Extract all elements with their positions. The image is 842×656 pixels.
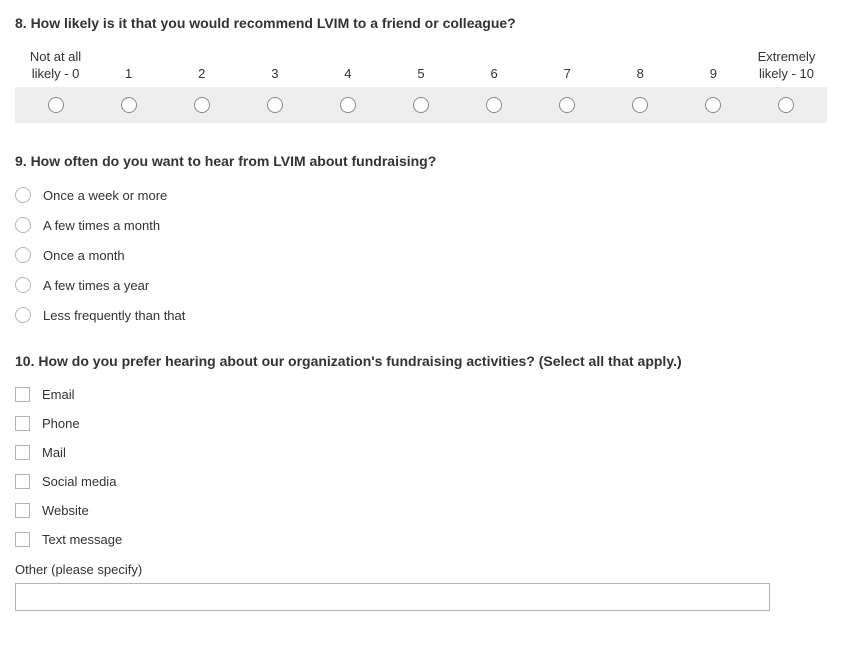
frequency-option-label: A few times a year	[43, 278, 149, 293]
frequency-radio-list: Once a week or more A few times a month …	[15, 187, 827, 323]
scale-label-7: 7	[531, 49, 604, 83]
channel-option-label: Email	[42, 387, 75, 402]
checkbox-icon	[15, 474, 30, 489]
channel-option-mail[interactable]: Mail	[15, 445, 827, 460]
frequency-option-weekly[interactable]: Once a week or more	[15, 187, 827, 203]
question-9: 9. How often do you want to hear from LV…	[15, 153, 827, 323]
nps-radio-4[interactable]	[340, 97, 356, 113]
question-8-title: 8. How likely is it that you would recom…	[15, 15, 827, 31]
scale-label-10: Extremely likely - 10	[750, 49, 823, 83]
question-8: 8. How likely is it that you would recom…	[15, 15, 827, 123]
nps-scale-labels: Not at all likely - 0 1 2 3 4 5 6 7 8 9 …	[15, 49, 827, 83]
nps-scale-radios	[15, 87, 827, 123]
frequency-option-few-year[interactable]: A few times a year	[15, 277, 827, 293]
scale-label-1: 1	[92, 49, 165, 83]
nps-radio-9[interactable]	[705, 97, 721, 113]
checkbox-icon	[15, 416, 30, 431]
scale-label-5: 5	[384, 49, 457, 83]
question-10-title: 10. How do you prefer hearing about our …	[15, 353, 827, 369]
radio-icon	[15, 307, 31, 323]
scale-label-3: 3	[238, 49, 311, 83]
channel-option-label: Social media	[42, 474, 116, 489]
nps-radio-5[interactable]	[413, 97, 429, 113]
channel-option-label: Website	[42, 503, 89, 518]
frequency-option-monthly[interactable]: Once a month	[15, 247, 827, 263]
scale-label-9: 9	[677, 49, 750, 83]
radio-icon	[15, 247, 31, 263]
other-specify-label: Other (please specify)	[15, 562, 827, 577]
radio-icon	[15, 217, 31, 233]
nps-scale: Not at all likely - 0 1 2 3 4 5 6 7 8 9 …	[15, 49, 827, 123]
channel-option-phone[interactable]: Phone	[15, 416, 827, 431]
channel-checkbox-list: Email Phone Mail Social media Website Te…	[15, 387, 827, 547]
channel-option-label: Phone	[42, 416, 80, 431]
checkbox-icon	[15, 503, 30, 518]
nps-radio-1[interactable]	[121, 97, 137, 113]
scale-label-8: 8	[604, 49, 677, 83]
checkbox-icon	[15, 445, 30, 460]
question-9-title: 9. How often do you want to hear from LV…	[15, 153, 827, 169]
channel-option-text-message[interactable]: Text message	[15, 532, 827, 547]
frequency-option-label: A few times a month	[43, 218, 160, 233]
nps-radio-6[interactable]	[486, 97, 502, 113]
frequency-option-label: Once a month	[43, 248, 125, 263]
scale-label-6: 6	[458, 49, 531, 83]
nps-radio-7[interactable]	[559, 97, 575, 113]
radio-icon	[15, 187, 31, 203]
channel-option-website[interactable]: Website	[15, 503, 827, 518]
channel-option-label: Text message	[42, 532, 122, 547]
frequency-option-label: Less frequently than that	[43, 308, 185, 323]
nps-radio-3[interactable]	[267, 97, 283, 113]
checkbox-icon	[15, 532, 30, 547]
channel-option-label: Mail	[42, 445, 66, 460]
channel-option-social-media[interactable]: Social media	[15, 474, 827, 489]
nps-radio-8[interactable]	[632, 97, 648, 113]
channel-option-email[interactable]: Email	[15, 387, 827, 402]
other-specify-input[interactable]	[15, 583, 770, 611]
nps-radio-2[interactable]	[194, 97, 210, 113]
nps-radio-10[interactable]	[778, 97, 794, 113]
scale-label-0: Not at all likely - 0	[19, 49, 92, 83]
frequency-option-less[interactable]: Less frequently than that	[15, 307, 827, 323]
checkbox-icon	[15, 387, 30, 402]
frequency-option-label: Once a week or more	[43, 188, 167, 203]
question-10: 10. How do you prefer hearing about our …	[15, 353, 827, 611]
frequency-option-few-month[interactable]: A few times a month	[15, 217, 827, 233]
scale-label-2: 2	[165, 49, 238, 83]
scale-label-4: 4	[311, 49, 384, 83]
nps-radio-0[interactable]	[48, 97, 64, 113]
radio-icon	[15, 277, 31, 293]
